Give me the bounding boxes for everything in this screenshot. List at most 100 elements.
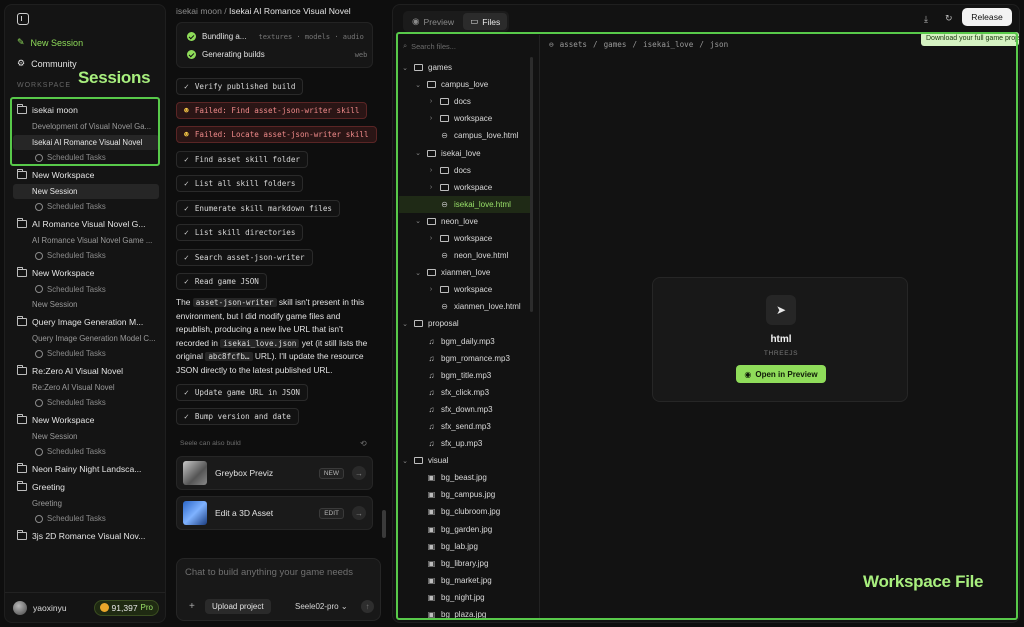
file-tree-folder[interactable]: ⌄ campus_love (399, 76, 531, 93)
tool-step-failed[interactable]: ☻ Failed: Locate asset-json-writer skill (176, 126, 377, 143)
file-tree-folder[interactable]: ⌄ xianmen_love (399, 264, 531, 281)
upload-project-button[interactable]: Upload project (205, 599, 271, 614)
new-session-button[interactable]: ✎ New Session (17, 37, 83, 48)
sidebar-session[interactable]: New Session (13, 183, 159, 199)
sidebar-session[interactable]: Re:Zero AI Visual Novel (13, 380, 163, 396)
tool-step[interactable]: ✓ Bump version and date (176, 408, 299, 425)
release-button[interactable]: Release (962, 8, 1012, 26)
sidebar-session[interactable]: Isekai AI Romance Visual Novel (13, 134, 159, 150)
file-tree-audio[interactable]: ♫ sfx_down.mp3 (399, 401, 531, 418)
file-tree-folder[interactable]: › docs (399, 93, 531, 110)
sidebar-workspace[interactable]: isekai moon (13, 101, 163, 119)
file-tree-folder[interactable]: › workspace (399, 179, 531, 196)
file-tree-image[interactable]: ▣ bg_garden.jpg (399, 521, 531, 538)
path-segment[interactable]: games (604, 40, 627, 49)
sidebar-scheduled-tasks[interactable]: Scheduled Tasks (13, 511, 163, 527)
file-tree-folder[interactable]: › workspace (399, 230, 531, 247)
tool-step[interactable]: ✓ Search asset-json-writer (176, 249, 313, 266)
tool-step[interactable]: ✓ Read game JSON (176, 273, 267, 290)
credits-badge[interactable]: 91,397 Pro (93, 599, 159, 616)
file-tree-image[interactable]: ▣ bg_market.jpg (399, 572, 531, 589)
file-tree-folder[interactable]: › workspace (399, 281, 531, 298)
path-segment[interactable]: isekai_love (643, 40, 693, 49)
tree-scrollbar[interactable] (530, 57, 533, 312)
sidebar-workspace[interactable]: New Workspace (13, 411, 163, 429)
file-tree-folder[interactable]: ⌄ visual (399, 452, 531, 469)
file-tree-image[interactable]: ▣ bg_night.jpg (399, 589, 531, 606)
tool-step[interactable]: ✓ Update game URL in JSON (176, 384, 308, 401)
sidebar-workspace[interactable]: 3js 2D Romance Visual Nov... (13, 527, 163, 545)
path-segment[interactable]: json (710, 40, 728, 49)
sidebar-workspace[interactable]: Re:Zero AI Visual Novel (13, 362, 163, 380)
file-tree-audio[interactable]: ♫ bgm_title.mp3 (399, 367, 531, 384)
path-segment[interactable]: assets (560, 40, 587, 49)
download-icon[interactable]: ⤓ (924, 14, 928, 25)
folder-icon (440, 183, 449, 191)
file-tree-image[interactable]: ▣ bg_lab.jpg (399, 538, 531, 555)
tool-step-failed[interactable]: ☻ Failed: Find asset-json-writer skill (176, 102, 368, 119)
app-logo-icon[interactable] (17, 13, 29, 25)
sidebar-workspace[interactable]: Neon Rainy Night Landsca... (13, 460, 163, 478)
chat-input[interactable] (185, 567, 375, 578)
sidebar-workspace[interactable]: AI Romance Visual Novel G... (13, 215, 163, 233)
sidebar-scheduled-tasks[interactable]: Scheduled Tasks (13, 199, 163, 215)
sidebar-scheduled-tasks[interactable]: Scheduled Tasks (13, 248, 163, 264)
file-tree-audio[interactable]: ♫ sfx_up.mp3 (399, 435, 531, 452)
sidebar-workspace[interactable]: Greeting (13, 478, 163, 496)
file-tree-audio[interactable]: ♫ sfx_click.mp3 (399, 384, 531, 401)
chat-scrollbar[interactable] (382, 510, 386, 538)
sidebar-scheduled-tasks[interactable]: Scheduled Tasks (13, 150, 163, 166)
file-tree-audio[interactable]: ♫ bgm_daily.mp3 (399, 333, 531, 350)
file-tree-image[interactable]: ▣ bg_campus.jpg (399, 486, 531, 503)
send-button[interactable]: ↑ (361, 600, 374, 613)
file-tree-image[interactable]: ▣ bg_library.jpg (399, 555, 531, 572)
sidebar-scheduled-tasks[interactable]: Scheduled Tasks (13, 346, 163, 362)
sidebar-workspace[interactable]: New Workspace (13, 166, 163, 184)
file-tree-audio[interactable]: ♫ bgm_romance.mp3 (399, 350, 531, 367)
tool-step[interactable]: ✓ List skill directories (176, 224, 304, 241)
sidebar-session[interactable]: Development of Visual Novel Ga... (13, 119, 163, 135)
file-tree-image[interactable]: ▣ bg_plaza.jpg (399, 606, 531, 623)
sidebar-scheduled-tasks[interactable]: Scheduled Tasks (13, 282, 163, 298)
reload-icon[interactable]: ↻ (945, 13, 953, 24)
sidebar-scheduled-tasks[interactable]: Scheduled Tasks (13, 444, 163, 460)
community-button[interactable]: ⚙ Community (17, 58, 77, 69)
file-tree-folder[interactable]: ⌄ proposal (399, 315, 531, 332)
file-tree-folder[interactable]: › docs (399, 162, 531, 179)
tab-files[interactable]: ▭ Files (463, 13, 508, 30)
tab-preview[interactable]: ◉ Preview (405, 13, 461, 30)
tool-step[interactable]: ✓ Enumerate skill markdown files (176, 200, 340, 217)
sidebar-session[interactable]: Greeting (13, 496, 163, 512)
suggestion-card-greybox[interactable]: Greybox Previz NEW → (176, 456, 373, 490)
file-tree-folder[interactable]: ⌄ games (399, 59, 531, 76)
file-tree-html[interactable]: ⊖ neon_love.html (399, 247, 531, 264)
plus-icon[interactable]: + (189, 601, 195, 612)
tool-step[interactable]: ✓ Find asset skill folder (176, 151, 308, 168)
sidebar-session[interactable]: New Session (13, 297, 163, 313)
file-tree-folder[interactable]: ⌄ isekai_love (399, 144, 531, 161)
avatar[interactable] (13, 600, 27, 615)
file-tree-image[interactable]: ▣ bg_clubroom.jpg (399, 503, 531, 520)
pane-divider[interactable] (539, 35, 540, 618)
sidebar-scheduled-tasks[interactable]: Scheduled Tasks (13, 395, 163, 411)
file-tree-image[interactable]: ▣ bg_beast.jpg (399, 469, 531, 486)
file-tree-html[interactable]: ⊖ campus_love.html (399, 127, 531, 144)
suggestion-card-edit-3d[interactable]: Edit a 3D Asset EDIT → (176, 496, 373, 530)
refresh-icon[interactable]: ⟲ (360, 439, 367, 448)
file-tree-audio[interactable]: ♫ sfx_send.mp3 (399, 418, 531, 435)
file-tree-html[interactable]: ⊖ isekai_love.html (399, 195, 531, 213)
open-in-preview-button[interactable]: ◉ Open in Preview (736, 365, 826, 383)
file-tree-folder[interactable]: ⌄ neon_love (399, 213, 531, 230)
tool-step[interactable]: ✓ List all skill folders (176, 175, 304, 192)
file-search[interactable]: ⌕ Search files... (403, 39, 527, 53)
breadcrumb-root[interactable]: isekai moon (176, 6, 222, 16)
model-selector[interactable]: Seele02-pro ⌄ (295, 602, 348, 611)
sidebar-session[interactable]: Query Image Generation Model C... (13, 331, 163, 347)
sidebar-workspace[interactable]: Query Image Generation M... (13, 313, 163, 331)
tool-step[interactable]: ✓ Verify published build (176, 78, 304, 95)
sidebar-workspace[interactable]: New Workspace (13, 264, 163, 282)
file-tree-html[interactable]: ⊖ xianmen_love.html (399, 298, 531, 315)
sidebar-session[interactable]: AI Romance Visual Novel Game ... (13, 233, 163, 249)
file-tree-folder[interactable]: › workspace (399, 110, 531, 127)
sidebar-session[interactable]: New Session (13, 429, 163, 445)
